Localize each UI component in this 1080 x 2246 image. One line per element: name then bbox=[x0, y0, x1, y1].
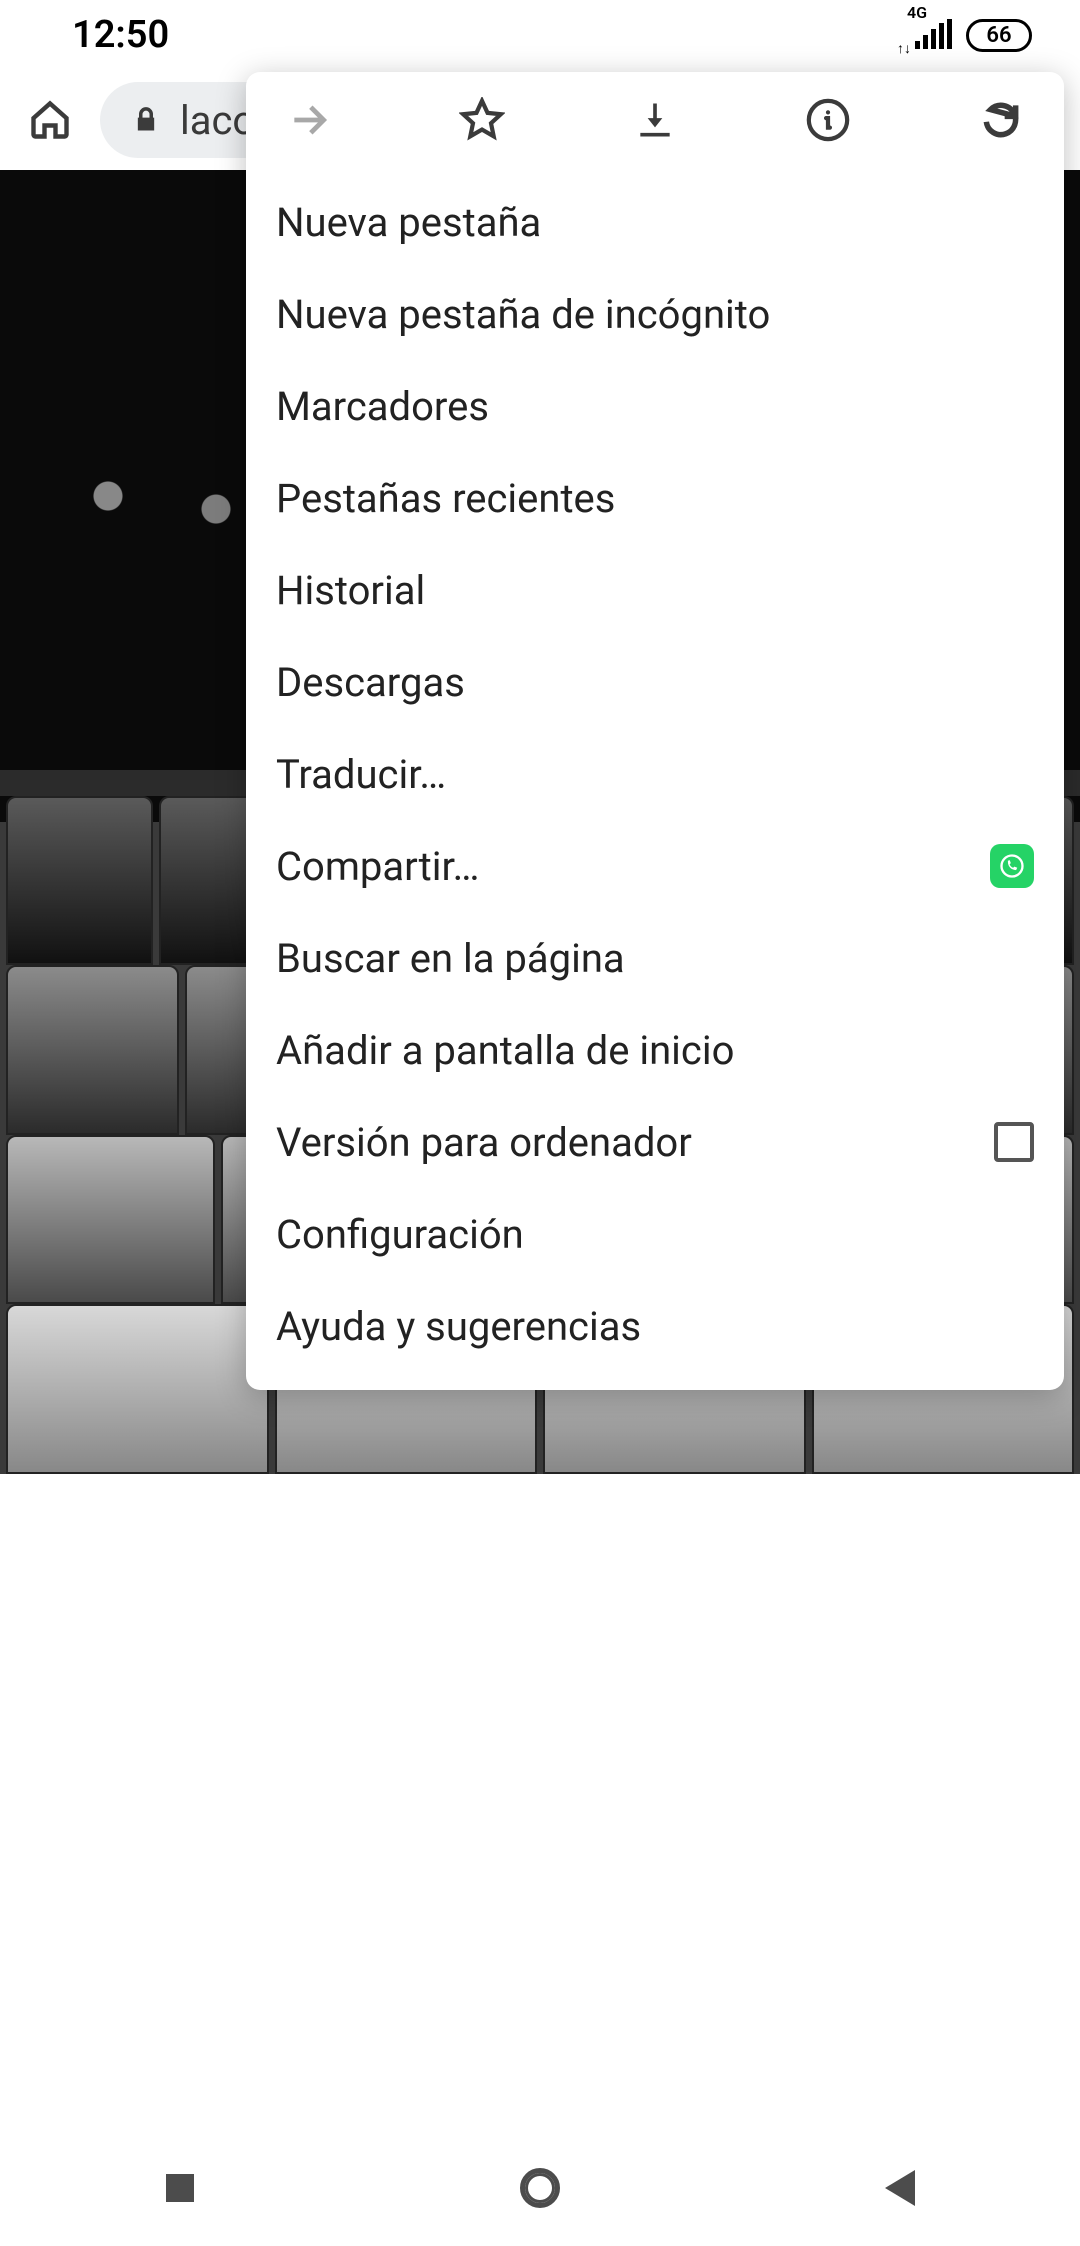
menu-bookmarks[interactable]: Marcadores bbox=[246, 360, 1064, 452]
menu-label: Compartir… bbox=[276, 843, 479, 890]
desktop-site-checkbox[interactable] bbox=[994, 1122, 1034, 1162]
circle-icon bbox=[520, 2168, 560, 2208]
menu-incognito[interactable]: Nueva pestaña de incógnito bbox=[246, 268, 1064, 360]
status-right: 4G ↑↓ 66 bbox=[915, 19, 1032, 52]
status-bar: 12:50 4G ↑↓ 66 bbox=[0, 0, 1080, 70]
network-label: 4G bbox=[907, 3, 927, 22]
menu-icon-row bbox=[246, 72, 1064, 168]
home-button[interactable] bbox=[20, 90, 80, 150]
forward-button[interactable] bbox=[282, 93, 336, 147]
square-icon bbox=[166, 2174, 194, 2202]
menu-help[interactable]: Ayuda y sugerencias bbox=[246, 1280, 1064, 1372]
menu-label: Nueva pestaña bbox=[276, 199, 541, 246]
reload-button[interactable] bbox=[974, 93, 1028, 147]
menu-history[interactable]: Historial bbox=[246, 544, 1064, 636]
back-button[interactable] bbox=[876, 2164, 924, 2212]
menu-label: Versión para ordenador bbox=[276, 1119, 692, 1166]
menu-recent-tabs[interactable]: Pestañas recientes bbox=[246, 452, 1064, 544]
menu-list: Nueva pestaña Nueva pestaña de incógnito… bbox=[246, 168, 1064, 1390]
menu-downloads[interactable]: Descargas bbox=[246, 636, 1064, 728]
menu-settings[interactable]: Configuración bbox=[246, 1188, 1064, 1280]
data-arrows-icon: ↑↓ bbox=[897, 45, 911, 53]
lock-icon bbox=[132, 103, 160, 137]
browser-overflow-menu: Nueva pestaña Nueva pestaña de incógnito… bbox=[246, 72, 1064, 1390]
system-nav bbox=[0, 2130, 1080, 2246]
blank-area bbox=[0, 1474, 1080, 2130]
bookmark-button[interactable] bbox=[455, 93, 509, 147]
status-time: 12:50 bbox=[72, 13, 169, 57]
menu-label: Añadir a pantalla de inicio bbox=[276, 1027, 734, 1074]
menu-label: Ayuda y sugerencias bbox=[276, 1303, 641, 1350]
home-nav-button[interactable] bbox=[516, 2164, 564, 2212]
recents-button[interactable] bbox=[156, 2164, 204, 2212]
whatsapp-icon bbox=[990, 844, 1034, 888]
download-button[interactable] bbox=[628, 93, 682, 147]
menu-label: Descargas bbox=[276, 659, 465, 706]
info-icon bbox=[805, 97, 851, 143]
menu-add-to-home[interactable]: Añadir a pantalla de inicio bbox=[246, 1004, 1064, 1096]
menu-translate[interactable]: Traducir… bbox=[246, 728, 1064, 820]
menu-new-tab[interactable]: Nueva pestaña bbox=[246, 176, 1064, 268]
reload-icon bbox=[979, 98, 1023, 142]
menu-label: Configuración bbox=[276, 1211, 524, 1258]
menu-desktop-site[interactable]: Versión para ordenador bbox=[246, 1096, 1064, 1188]
info-button[interactable] bbox=[801, 93, 855, 147]
download-icon bbox=[633, 98, 677, 142]
triangle-icon bbox=[885, 2170, 915, 2206]
signal-icon: 4G ↑↓ bbox=[915, 21, 952, 49]
arrow-forward-icon bbox=[287, 98, 331, 142]
battery-indicator: 66 bbox=[966, 19, 1032, 52]
menu-share[interactable]: Compartir… bbox=[246, 820, 1064, 912]
home-icon bbox=[28, 98, 72, 142]
menu-label: Pestañas recientes bbox=[276, 475, 615, 522]
star-icon bbox=[459, 97, 505, 143]
menu-label: Historial bbox=[276, 567, 425, 614]
menu-find-in-page[interactable]: Buscar en la página bbox=[246, 912, 1064, 1004]
menu-label: Nueva pestaña de incógnito bbox=[276, 291, 770, 338]
menu-label: Marcadores bbox=[276, 383, 489, 430]
menu-label: Traducir… bbox=[276, 751, 446, 798]
menu-label: Buscar en la página bbox=[276, 935, 625, 982]
